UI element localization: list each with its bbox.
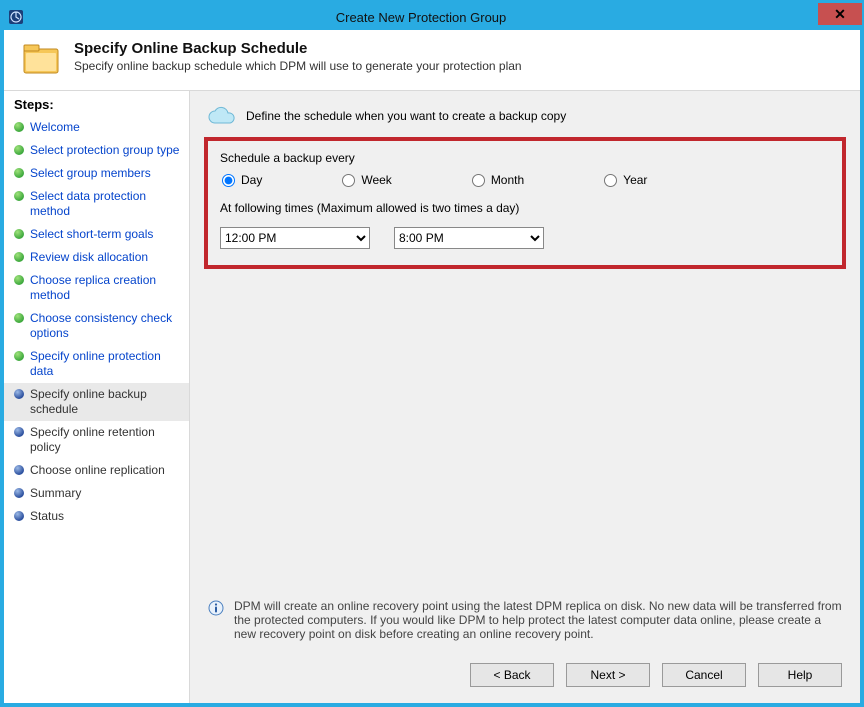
radio-day-input[interactable] [222, 174, 235, 187]
step-bullet-icon [14, 145, 24, 155]
app-icon [8, 9, 24, 25]
step-label: Specify online retention policy [30, 425, 185, 455]
step-label: Specify online protection data [30, 349, 185, 379]
step-label: Choose consistency check options [30, 311, 185, 341]
time-select-1[interactable]: 12:00 PM [220, 227, 370, 249]
sidebar-step[interactable]: Review disk allocation [4, 246, 189, 269]
window-title: Create New Protection Group [24, 10, 818, 25]
titlebar: Create New Protection Group ✕ [4, 4, 860, 30]
page-subtitle: Specify online backup schedule which DPM… [74, 59, 522, 73]
close-icon: ✕ [834, 6, 846, 23]
cloud-icon [206, 105, 236, 127]
step-bullet-icon [14, 389, 24, 399]
radio-year[interactable]: Year [604, 173, 647, 187]
radio-month-input[interactable] [472, 174, 485, 187]
time-selects-row: 12:00 PM 8:00 PM [220, 227, 830, 249]
wizard-header: Specify Online Backup Schedule Specify o… [4, 30, 860, 91]
sidebar-step[interactable]: Choose replica creation method [4, 269, 189, 307]
sidebar-step[interactable]: Summary [4, 482, 189, 505]
sidebar-step[interactable]: Specify online protection data [4, 345, 189, 383]
step-label: Summary [30, 486, 81, 501]
sidebar-step[interactable]: Choose consistency check options [4, 307, 189, 345]
step-bullet-icon [14, 275, 24, 285]
info-row: DPM will create an online recovery point… [204, 599, 846, 655]
step-bullet-icon [14, 465, 24, 475]
info-icon [208, 600, 224, 616]
cancel-button[interactable]: Cancel [662, 663, 746, 687]
steps-list: Welcome Select protection group type Selec… [4, 116, 189, 528]
back-button[interactable]: < Back [470, 663, 554, 687]
wizard-buttons: < Back Next > Cancel Help [204, 655, 846, 689]
step-label: Choose replica creation method [30, 273, 185, 303]
step-bullet-icon [14, 351, 24, 361]
sidebar-step[interactable]: Select data protection method [4, 185, 189, 223]
sidebar-step[interactable]: Select protection group type [4, 139, 189, 162]
step-label: Review disk allocation [30, 250, 148, 265]
steps-sidebar: Steps: Welcome Select protection group ty… [4, 91, 190, 703]
sidebar-step[interactable]: Select group members [4, 162, 189, 185]
folder-icon [22, 40, 62, 78]
step-label: Specify online backup schedule [30, 387, 185, 417]
step-bullet-icon [14, 511, 24, 521]
sidebar-step[interactable]: Select short-term goals [4, 223, 189, 246]
step-label: Choose online replication [30, 463, 165, 478]
radio-month[interactable]: Month [472, 173, 524, 187]
step-bullet-icon [14, 168, 24, 178]
info-text: DPM will create an online recovery point… [234, 599, 842, 641]
step-bullet-icon [14, 427, 24, 437]
steps-heading: Steps: [4, 95, 189, 116]
define-row: Define the schedule when you want to cre… [204, 101, 846, 137]
radio-week-label: Week [361, 173, 391, 187]
radio-day[interactable]: Day [222, 173, 262, 187]
radio-year-input[interactable] [604, 174, 617, 187]
step-label: Welcome [30, 120, 80, 135]
next-button[interactable]: Next > [566, 663, 650, 687]
schedule-highlight-box: Schedule a backup every Day Week Month [204, 137, 846, 269]
sidebar-step[interactable]: Status [4, 505, 189, 528]
step-label: Select data protection method [30, 189, 185, 219]
radio-week[interactable]: Week [342, 173, 391, 187]
step-bullet-icon [14, 191, 24, 201]
step-label: Select group members [30, 166, 151, 181]
help-button[interactable]: Help [758, 663, 842, 687]
sidebar-step[interactable]: Specify online backup schedule [4, 383, 189, 421]
define-text: Define the schedule when you want to cre… [246, 109, 566, 123]
step-label: Status [30, 509, 64, 524]
radio-year-label: Year [623, 173, 647, 187]
wizard-content: Define the schedule when you want to cre… [190, 91, 860, 703]
step-label: Select protection group type [30, 143, 179, 158]
schedule-label: Schedule a backup every [220, 151, 830, 165]
page-title: Specify Online Backup Schedule [74, 40, 522, 57]
sidebar-step[interactable]: Specify online retention policy [4, 421, 189, 459]
wizard-window: Create New Protection Group ✕ Specify On… [0, 0, 864, 707]
wizard-body: Steps: Welcome Select protection group ty… [4, 91, 860, 703]
time-select-2[interactable]: 8:00 PM [394, 227, 544, 249]
radio-month-label: Month [491, 173, 524, 187]
times-label: At following times (Maximum allowed is t… [220, 201, 830, 215]
sidebar-step[interactable]: Welcome [4, 116, 189, 139]
close-button[interactable]: ✕ [818, 3, 862, 25]
radio-day-label: Day [241, 173, 262, 187]
step-label: Select short-term goals [30, 227, 153, 242]
radio-week-input[interactable] [342, 174, 355, 187]
step-bullet-icon [14, 122, 24, 132]
sidebar-step[interactable]: Choose online replication [4, 459, 189, 482]
frequency-radio-group: Day Week Month Year [220, 173, 830, 187]
step-bullet-icon [14, 229, 24, 239]
step-bullet-icon [14, 488, 24, 498]
step-bullet-icon [14, 252, 24, 262]
step-bullet-icon [14, 313, 24, 323]
